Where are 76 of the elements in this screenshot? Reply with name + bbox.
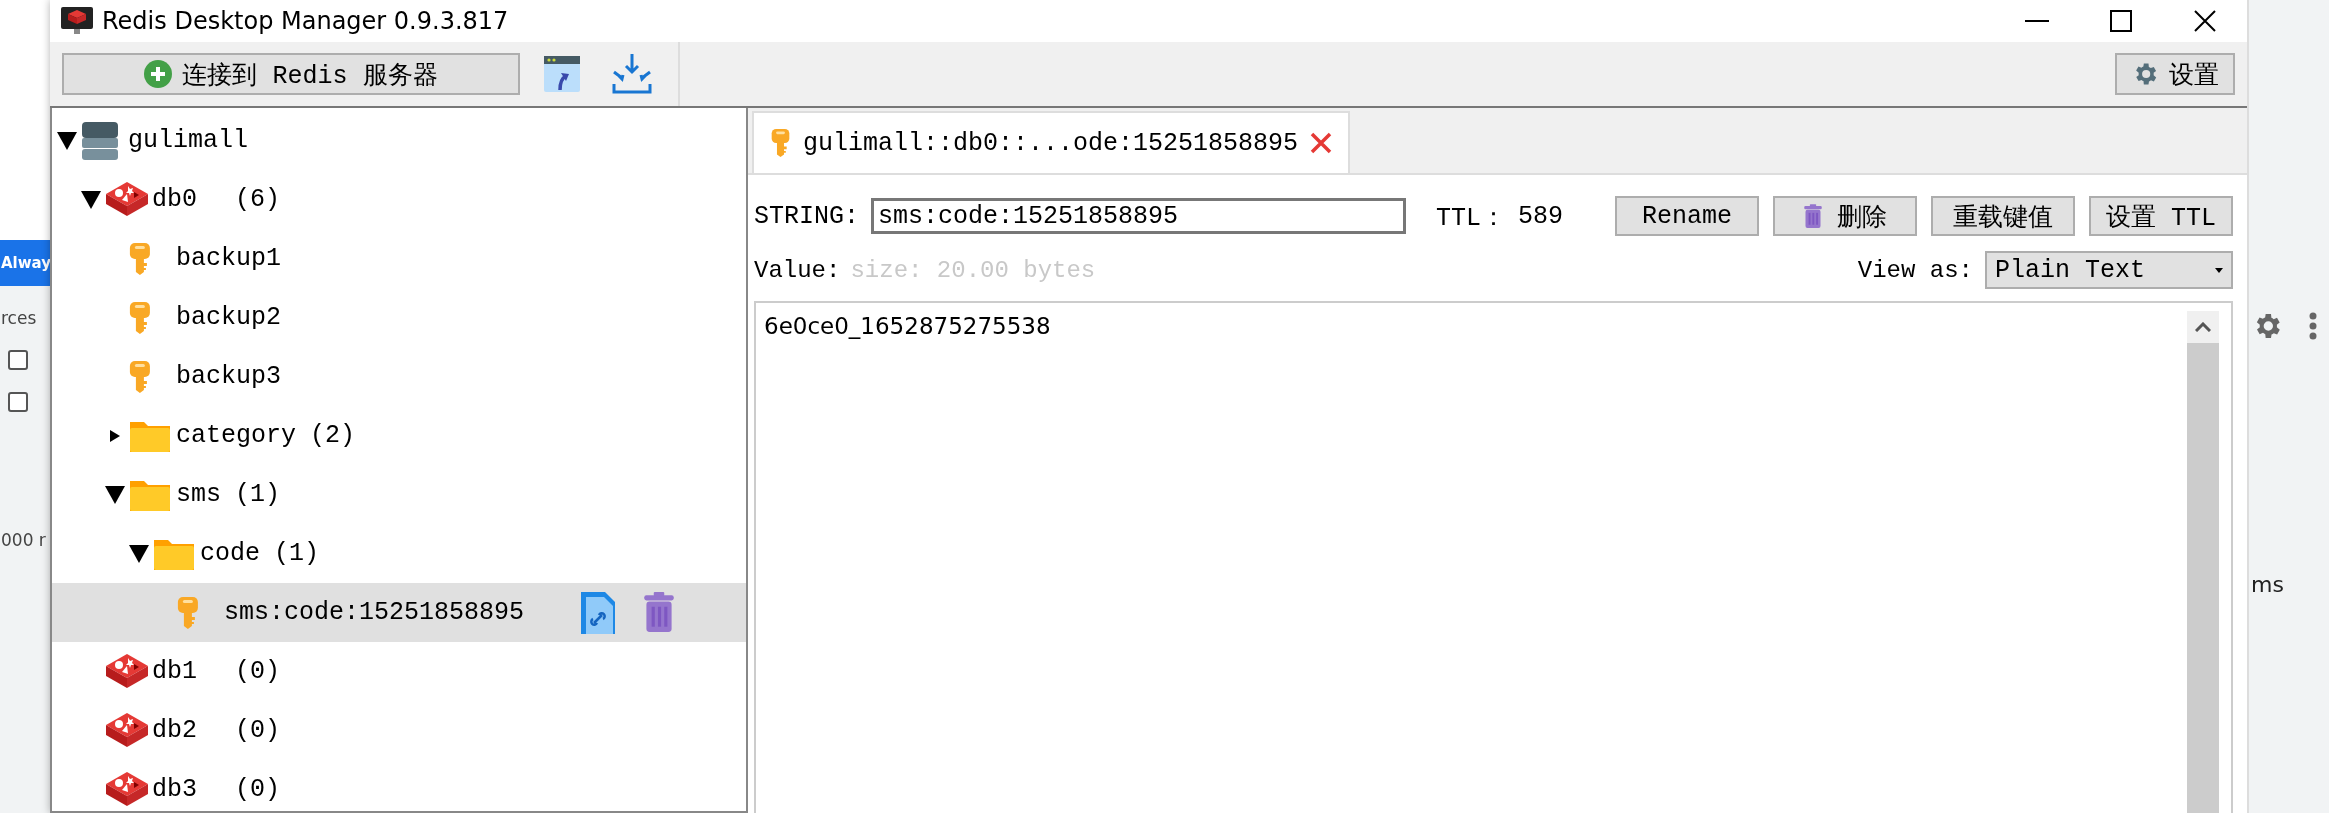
action-button[interactable]: 重载键值: [1931, 196, 2075, 236]
settings-button[interactable]: 设置: [2115, 53, 2235, 95]
item-count: (6): [235, 185, 281, 214]
key-name-field[interactable]: sms:code:15251858895: [871, 198, 1407, 234]
connect-button[interactable]: 连接到 Redis 服务器: [62, 53, 520, 95]
key-icon: [770, 128, 791, 158]
tree-item-name: db1: [152, 657, 197, 686]
tree-item[interactable]: code (1): [52, 524, 746, 583]
tree-item[interactable]: gulimall: [52, 111, 746, 170]
tree-item-name: code: [200, 539, 260, 568]
collapsed-arrow-icon[interactable]: [110, 429, 120, 442]
tree-item[interactable]: backup1: [52, 229, 746, 288]
tree-item-name: sms:code:15251858895: [224, 598, 525, 627]
key-icon: [128, 359, 152, 394]
tree-item-name: backup1: [176, 244, 282, 273]
value-label: Value:: [754, 256, 841, 284]
tree-item[interactable]: db1 (0): [52, 642, 746, 701]
delete-button[interactable]: 删除: [1773, 196, 1917, 236]
key-icon: [176, 595, 200, 630]
tree-item-name: db3: [152, 775, 197, 804]
item-count: (2): [310, 421, 356, 450]
window-upload-icon: [543, 55, 581, 93]
tree-item[interactable]: db3 (0): [52, 760, 746, 811]
download-icon: [610, 52, 654, 96]
tree-item-name: gulimall: [128, 126, 249, 155]
tree-item[interactable]: db0 (6): [52, 170, 746, 229]
tree-item-name: category: [176, 421, 297, 450]
expanded-arrow-icon[interactable]: [57, 131, 77, 150]
server-icon: [80, 119, 120, 162]
view-as-label: View as:: [1857, 256, 1973, 284]
tree-item[interactable]: sms (1): [52, 465, 746, 524]
trash-icon: [642, 590, 676, 633]
minimize-icon[interactable]: [2025, 19, 2049, 23]
tree-item[interactable]: backup2: [52, 288, 746, 347]
close-icon[interactable]: [2193, 9, 2217, 33]
tree-item-name: db2: [152, 716, 197, 745]
window-title: Redis Desktop Manager 0.9.3.817: [102, 7, 510, 35]
expanded-arrow-icon[interactable]: [81, 190, 101, 209]
scroll-up-icon[interactable]: [2195, 322, 2211, 332]
maximize-icon[interactable]: [2110, 10, 2132, 32]
ttl-value: 589: [1518, 201, 1564, 231]
key-icon: [128, 300, 152, 335]
expanded-arrow-icon[interactable]: [129, 544, 149, 563]
view-as-dropdown[interactable]: Plain Text: [1985, 251, 2233, 289]
item-count: (1): [274, 539, 320, 568]
action-button[interactable]: 设置 TTL: [2089, 196, 2233, 236]
item-count: (1): [235, 480, 281, 509]
trash-icon: [1803, 203, 1823, 229]
item-count: (0): [235, 716, 281, 745]
expanded-arrow-icon[interactable]: [105, 485, 125, 504]
item-count: (0): [235, 775, 281, 804]
copy-link-icon[interactable]: [580, 590, 616, 635]
tree-item-name: db0: [152, 185, 197, 214]
app-icon: [60, 6, 94, 36]
add-icon: [144, 60, 173, 88]
tree-item[interactable]: db2 (0): [52, 701, 746, 760]
background-text: rces: [0, 307, 38, 328]
more-icon: [2309, 312, 2317, 340]
tree-item-name: sms: [176, 480, 221, 509]
ttl-label: TTL：: [1436, 202, 1507, 233]
tree-item-name: backup3: [176, 362, 282, 391]
background-text: ms: [2250, 571, 2285, 597]
value-text: 6e0ce0_1652875275538: [763, 312, 1052, 341]
tree-item[interactable]: sms:code:15251858895: [52, 583, 746, 642]
background-text: 000 r: [0, 529, 47, 550]
tree-item[interactable]: category (2): [52, 406, 746, 465]
key-type-label: STRING:: [754, 201, 860, 231]
tree-item[interactable]: backup3: [52, 347, 746, 406]
key-icon: [128, 241, 152, 276]
dropdown-caret-icon: [2215, 267, 2223, 273]
action-button[interactable]: Rename: [1615, 196, 1759, 236]
key-tab[interactable]: gulimall::db0::...ode:15251858895: [752, 111, 1351, 173]
item-count: (0): [235, 657, 281, 686]
scrollbar[interactable]: [2187, 311, 2219, 813]
tree-item-name: backup2: [176, 303, 282, 332]
tab-label: gulimall::db0::...ode:15251858895: [803, 128, 1299, 158]
